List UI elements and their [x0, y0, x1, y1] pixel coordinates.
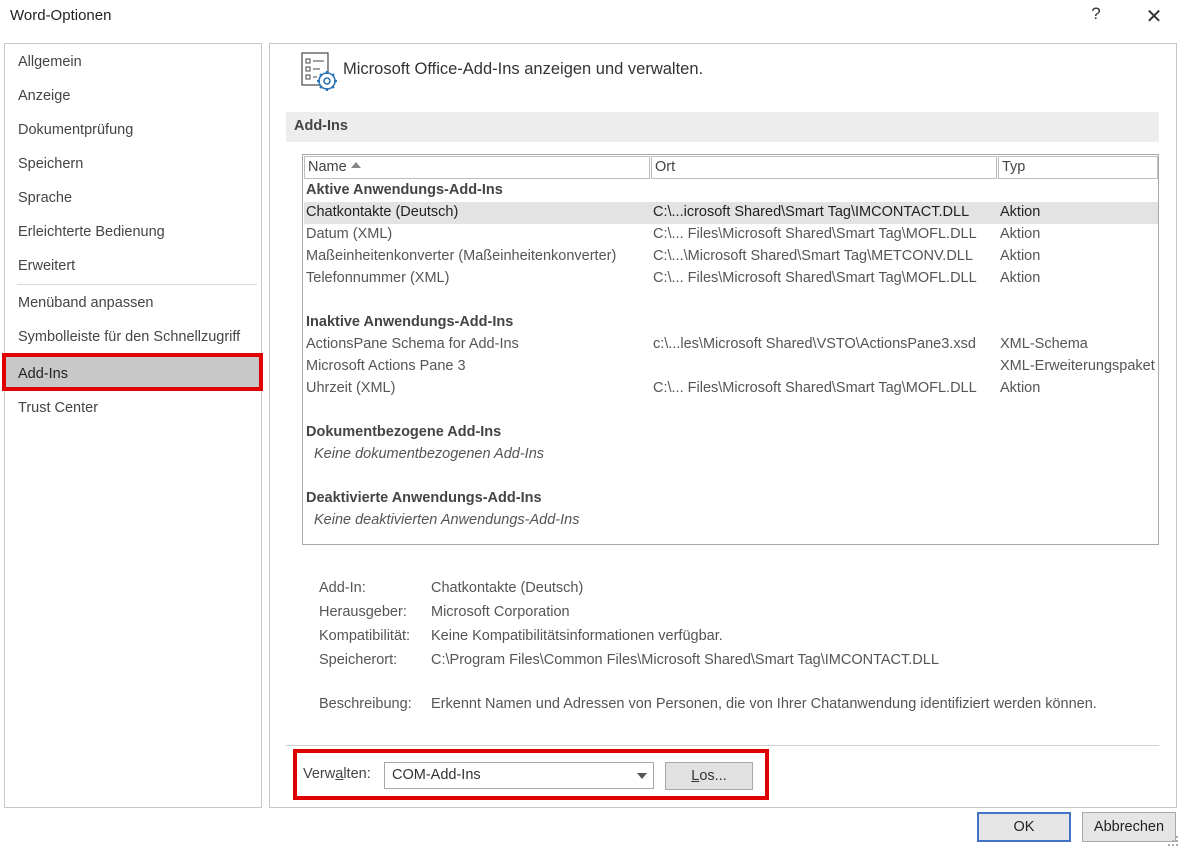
cancel-button[interactable]: Abbrechen	[1082, 812, 1176, 842]
add-ins-settings-icon	[301, 52, 337, 91]
go-button[interactable]: Los...	[665, 762, 753, 790]
cell-type: Aktion	[1000, 270, 1041, 286]
column-header-name-label: Name	[308, 159, 347, 175]
detail-label: Herausgeber:	[319, 604, 407, 620]
cell-name: Datum (XML)	[306, 226, 393, 242]
sort-ascending-icon	[350, 162, 361, 169]
cell-name: Microsoft Actions Pane 3	[306, 358, 466, 374]
title-bar: Word-Optionen ? ✕	[0, 0, 1183, 34]
help-icon[interactable]: ?	[1088, 4, 1104, 28]
sidebar-item-erweitert[interactable]: Erweitert	[5, 249, 261, 283]
manage-dropdown[interactable]: COM-Add-Ins	[384, 762, 654, 789]
cell-name: Maßeinheitenkonverter (Maßeinheitenkonve…	[306, 248, 617, 264]
cell-name: Chatkontakte (Deutsch)	[306, 204, 459, 220]
cell-location: C:\... Files\Microsoft Shared\Smart Tag\…	[653, 226, 977, 242]
cell-type: XML-Erweiterungspaket	[1000, 358, 1155, 374]
add-ins-list[interactable]: Name Ort Typ Aktive Anwendungs-Add-Ins C…	[302, 154, 1159, 545]
column-header-name[interactable]: Name	[304, 156, 650, 179]
cell-type: XML-Schema	[1000, 336, 1088, 352]
table-row[interactable]: Telefonnummer (XML) C:\... Files\Microso…	[304, 268, 1158, 290]
manage-label-part: Verw	[303, 766, 336, 782]
detail-value: C:\Program Files\Common Files\Microsoft …	[431, 652, 939, 668]
cell-location: c:\...les\Microsoft Shared\VSTO\ActionsP…	[653, 336, 976, 352]
page-heading: Microsoft Office-Add-Ins anzeigen und ve…	[343, 60, 704, 78]
detail-label: Beschreibung:	[319, 696, 412, 712]
table-row[interactable]: Chatkontakte (Deutsch) C:\...icrosoft Sh…	[304, 202, 1158, 224]
group-header-active: Aktive Anwendungs-Add-Ins	[306, 182, 503, 198]
sidebar-item-allgemein[interactable]: Allgemein	[5, 45, 261, 79]
divider	[286, 745, 1159, 746]
resize-grip-icon[interactable]	[1166, 834, 1180, 847]
sidebar-item-menueband[interactable]: Menüband anpassen	[5, 286, 261, 320]
cell-location: C:\...\Microsoft Shared\Smart Tag\METCON…	[653, 248, 973, 264]
cell-name: ActionsPane Schema for Add-Ins	[306, 336, 519, 352]
table-row[interactable]: ActionsPane Schema for Add-Ins c:\...les…	[304, 334, 1158, 356]
cell-location: C:\... Files\Microsoft Shared\Smart Tag\…	[653, 380, 977, 396]
cell-name: Telefonnummer (XML)	[306, 270, 450, 286]
cell-type: Aktion	[1000, 204, 1041, 220]
table-row[interactable]: Uhrzeit (XML) C:\... Files\Microsoft Sha…	[304, 378, 1158, 400]
sidebar-divider	[17, 284, 257, 285]
table-row[interactable]: Maßeinheitenkonverter (Maßeinheitenkonve…	[304, 246, 1158, 268]
sidebar-item-trust-center[interactable]: Trust Center	[5, 391, 261, 425]
ok-button[interactable]: OK	[977, 812, 1071, 842]
manage-dropdown-value: COM-Add-Ins	[392, 767, 481, 783]
column-header-type[interactable]: Typ	[998, 156, 1158, 179]
sidebar-item-anzeige[interactable]: Anzeige	[5, 79, 261, 113]
column-header-location[interactable]: Ort	[651, 156, 997, 179]
sidebar-item-speichern[interactable]: Speichern	[5, 147, 261, 181]
empty-message-disabled: Keine deaktivierten Anwendungs-Add-Ins	[314, 512, 580, 528]
manage-label: Verwalten:	[303, 766, 371, 782]
go-button-label: os...	[699, 768, 727, 784]
table-row[interactable]: Datum (XML) C:\... Files\Microsoft Share…	[304, 224, 1158, 246]
cell-location: C:\... Files\Microsoft Shared\Smart Tag\…	[653, 270, 977, 286]
detail-label: Add-In:	[319, 580, 366, 596]
section-header: Add-Ins	[286, 112, 1159, 142]
group-header-disabled: Deaktivierte Anwendungs-Add-Ins	[306, 490, 542, 506]
detail-value: Chatkontakte (Deutsch)	[431, 580, 584, 596]
sidebar-item-dokumentpruefung[interactable]: Dokumentprüfung	[5, 113, 261, 147]
sidebar-item-erleichterte-bedienung[interactable]: Erleichterte Bedienung	[5, 215, 261, 249]
detail-label: Speicherort:	[319, 652, 398, 668]
manage-label-part: lten:	[343, 766, 371, 782]
sidebar-item-sprache[interactable]: Sprache	[5, 181, 261, 215]
cell-name: Uhrzeit (XML)	[306, 380, 396, 396]
cell-type: Aktion	[1000, 248, 1041, 264]
cell-location: C:\...icrosoft Shared\Smart Tag\IMCONTAC…	[653, 204, 970, 220]
sidebar: Allgemein Anzeige Dokumentprüfung Speich…	[4, 43, 262, 808]
group-header-inactive: Inaktive Anwendungs-Add-Ins	[306, 314, 514, 330]
table-row[interactable]: Microsoft Actions Pane 3 XML-Erweiterung…	[304, 356, 1158, 378]
empty-message-document: Keine dokumentbezogenen Add-Ins	[314, 446, 545, 462]
sidebar-item-schnellzugriff[interactable]: Symbolleiste für den Schnellzugriff	[5, 320, 261, 354]
cell-type: Aktion	[1000, 226, 1041, 242]
detail-label: Kompatibilität:	[319, 628, 411, 644]
window-title: Word-Optionen	[10, 7, 112, 24]
chevron-down-icon[interactable]	[637, 773, 647, 779]
sidebar-item-add-ins[interactable]: Add-Ins	[5, 357, 261, 391]
cell-type: Aktion	[1000, 380, 1041, 396]
group-header-document: Dokumentbezogene Add-Ins	[306, 424, 502, 440]
detail-value: Erkennt Namen und Adressen von Personen,…	[431, 696, 1097, 712]
close-icon[interactable]: ✕	[1141, 4, 1167, 28]
detail-value: Microsoft Corporation	[431, 604, 570, 620]
section-title: Add-Ins	[294, 118, 348, 134]
detail-value: Keine Kompatibilitätsinformationen verfü…	[431, 628, 723, 644]
